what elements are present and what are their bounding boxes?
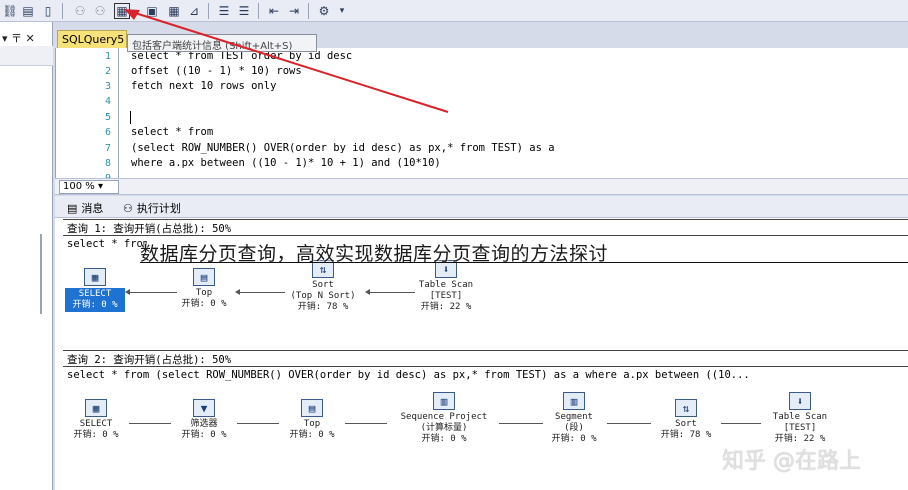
plan-node-select[interactable]: ▦ SELECT 开销: 0 %: [65, 268, 125, 312]
plan-connector: [237, 292, 285, 293]
node-name: Table Scan: [772, 412, 828, 422]
segment-icon: ▥: [563, 392, 585, 410]
tab-execution-plan[interactable]: ⚇ 执行计划: [123, 200, 181, 216]
plan-node-top[interactable]: ▤ Top 开销: 0 %: [279, 399, 345, 441]
node-name: Top: [195, 288, 213, 298]
plan-node-segment[interactable]: ▥ Segment (段) 开销: 0 %: [541, 392, 607, 445]
plan-node-top[interactable]: ▤ Top 开销: 0 %: [173, 268, 235, 310]
node-cost: 开销: 0 %: [421, 434, 467, 444]
tab-plan-label: 执行计划: [136, 202, 181, 215]
query2-header: 查询 2: 查询开销(占总批): 50%: [67, 354, 232, 366]
table-scan-icon: ⬇: [789, 392, 811, 410]
zoom-value: 100 %: [63, 181, 95, 192]
plan-node-sort[interactable]: ⇅ Sort 开销: 78 %: [651, 399, 721, 441]
filter-icon: ▼: [193, 399, 215, 417]
top-icon: ▤: [193, 268, 215, 286]
node-sub: (Top N Sort): [290, 291, 356, 301]
zoom-select[interactable]: 100 % ▾: [59, 180, 119, 194]
tab-messages[interactable]: ▤ 消息: [67, 200, 103, 216]
node-sub: [TEST]: [783, 423, 817, 433]
node-name: Sort: [675, 419, 697, 429]
watermark: 知乎 @在路上: [722, 449, 861, 474]
divider: [63, 350, 908, 351]
node-sub: (段): [564, 423, 584, 433]
plan-node-sort[interactable]: ⇅ Sort (Top N Sort) 开销: 78 %: [283, 260, 363, 313]
plan-node-table-scan[interactable]: ⬇ Table Scan [TEST] 开销: 22 %: [761, 392, 839, 445]
top-icon: ▤: [301, 399, 323, 417]
plan-connector: [721, 423, 761, 424]
query2-sql: select * from (select ROW_NUMBER() OVER(…: [67, 369, 750, 381]
node-name: Sequence Project: [400, 412, 488, 422]
plan-node-select[interactable]: ▦ SELECT 开销: 0 %: [63, 399, 129, 441]
plan-node-filter[interactable]: ▼ 筛选器 开销: 0 %: [171, 399, 237, 441]
node-name: Segment: [555, 412, 593, 422]
plan-arrow: [125, 289, 130, 295]
zoom-bar: 100 % ▾: [55, 178, 908, 195]
node-name: SELECT: [79, 419, 113, 429]
node-cost: 开销: 0 %: [181, 430, 227, 440]
node-name: Table Scan: [418, 280, 474, 290]
select-icon: ▦: [85, 399, 107, 417]
query1-header: 查询 1: 查询开销(占总批): 50%: [67, 223, 232, 235]
messages-icon: ▤: [67, 201, 78, 215]
plan-connector: [367, 292, 415, 293]
plan-connector: [237, 423, 279, 424]
node-cost: 开销: 0 %: [181, 299, 227, 309]
plan-connector: [499, 423, 543, 424]
plan-node-sequence-project[interactable]: ▥ Sequence Project (计算标量) 开销: 0 %: [389, 392, 499, 445]
node-sub: [TEST]: [429, 291, 463, 301]
divider: [63, 366, 908, 367]
select-icon: ▦: [84, 268, 106, 286]
node-name: Sort: [312, 280, 334, 290]
plan-icon: ⚇: [123, 201, 133, 215]
overlay-underline: [140, 262, 908, 263]
sequence-project-icon: ▥: [433, 392, 455, 410]
result-tabs: ▤ 消息 ⚇ 执行计划: [55, 196, 908, 218]
query1-sql: select * from TEST order by id desc offs…: [67, 238, 147, 250]
plan-arrow: [365, 289, 370, 295]
plan-arrow: [235, 289, 240, 295]
node-name: SELECT: [78, 289, 112, 299]
node-sub: (计算标量): [420, 423, 468, 433]
node-cost: 开销: 0 %: [551, 434, 597, 444]
plan-connector: [607, 423, 651, 424]
node-name: 筛选器: [190, 419, 218, 429]
tab-messages-label: 消息: [81, 202, 104, 215]
node-cost: 开销: 0 %: [289, 430, 335, 440]
node-cost: 开销: 78 %: [297, 302, 349, 312]
node-name: Top: [303, 419, 321, 429]
divider: [63, 219, 908, 220]
divider: [63, 235, 908, 236]
plan-node-table-scan[interactable]: ⬇ Table Scan [TEST] 开销: 22 %: [410, 260, 482, 313]
node-cost: 开销: 22 %: [420, 302, 472, 312]
node-cost: 开销: 0 %: [73, 430, 119, 440]
node-cost: 开销: 0 %: [72, 300, 118, 310]
plan-connector: [129, 423, 171, 424]
sort-icon: ⇅: [675, 399, 697, 417]
chevron-down-icon: ▾: [97, 181, 103, 192]
node-cost: 开销: 78 %: [660, 430, 712, 440]
plan-connector: [345, 423, 387, 424]
plan-connector: [127, 292, 177, 293]
